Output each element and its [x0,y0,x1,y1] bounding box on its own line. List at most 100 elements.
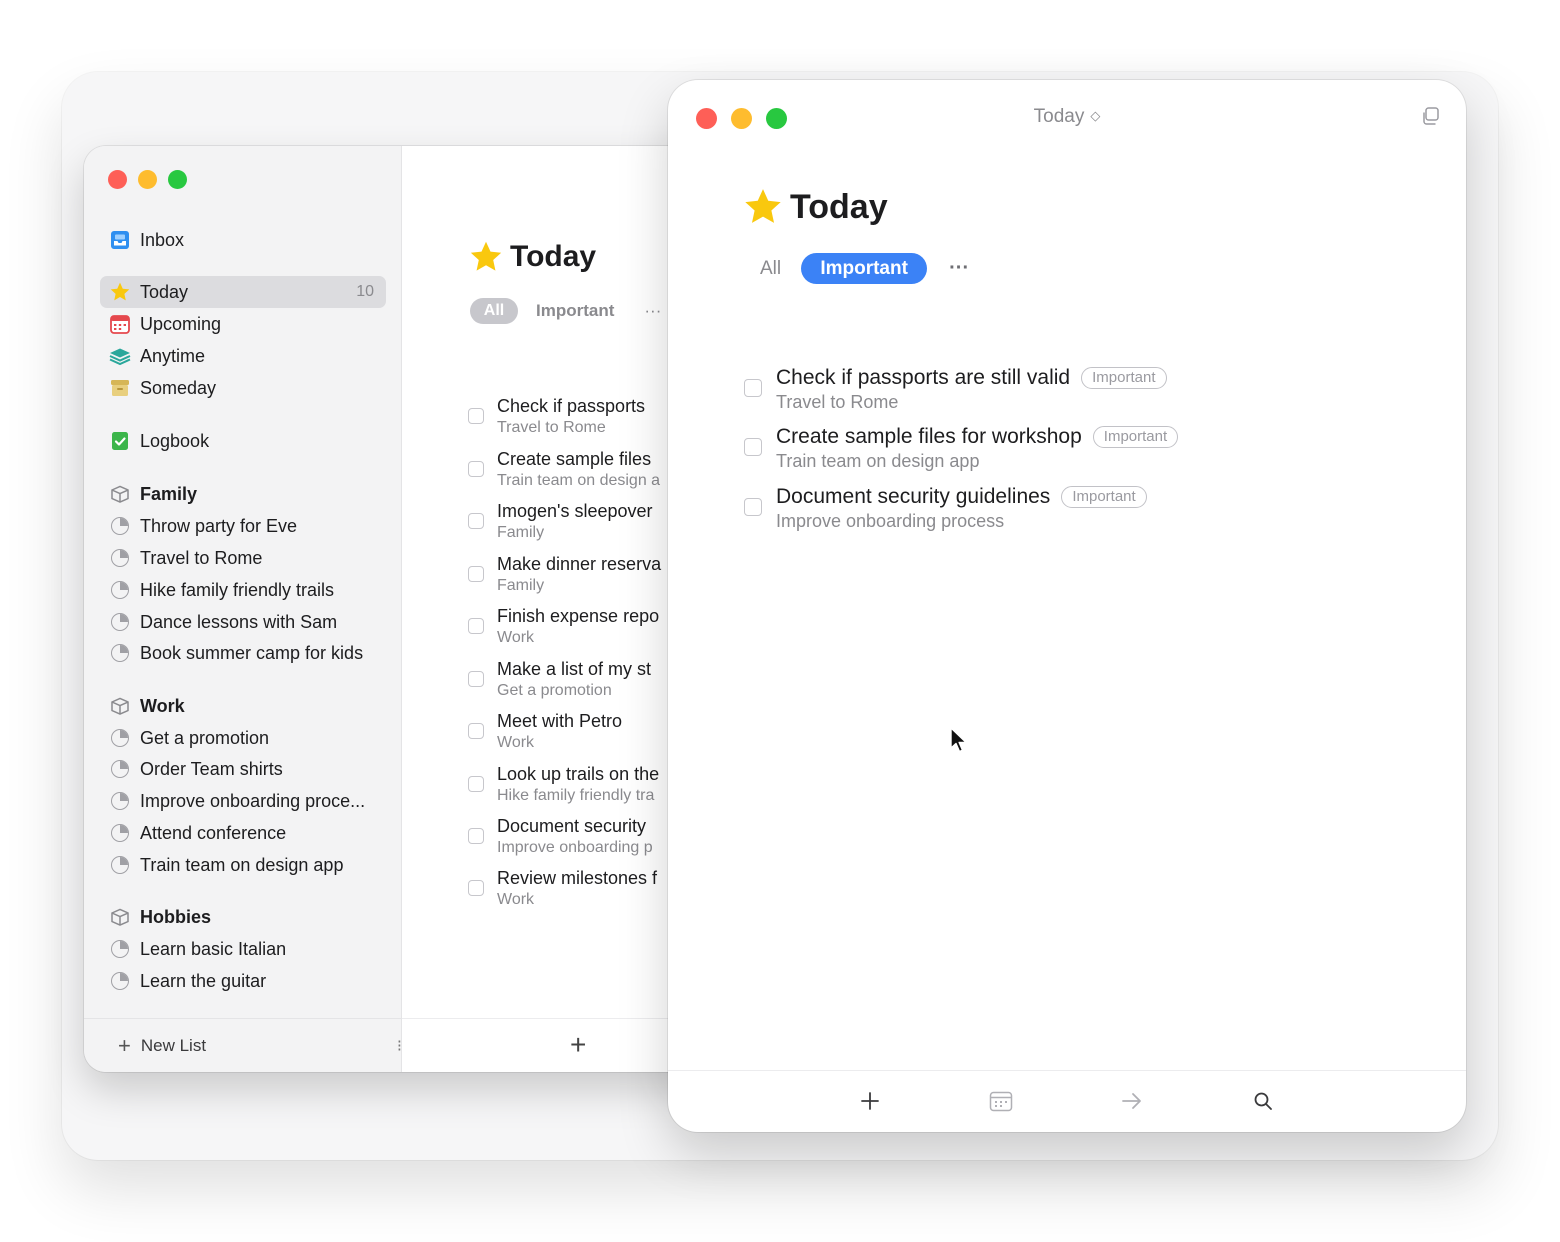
important-tag: Important [1081,367,1167,389]
sidebar-project-item[interactable]: Travel to Rome [100,542,386,574]
sidebar-project-item[interactable]: Train team on design app [100,849,386,881]
sidebar-footer: + New List ⁝ [84,1018,402,1072]
task-checkbox[interactable] [744,498,762,516]
task-checkbox[interactable] [468,513,484,529]
task-checkbox[interactable] [468,671,484,687]
page-title: Today [468,239,596,275]
sidebar: Inbox Today 10 Upcoming Anytime Someday … [84,146,402,1072]
task-subtitle: Work [497,734,535,751]
search-icon[interactable] [1249,1087,1277,1115]
zoom-button[interactable] [168,170,187,189]
chevron-updown-icon: ◇ [1090,108,1101,123]
sidebar-area-label: Work [140,695,185,716]
project-progress-icon [111,856,129,874]
sidebar-item-anytime[interactable]: Anytime [100,340,386,372]
sidebar-item-label: Logbook [140,430,210,451]
task-subtitle: Train team on design app [776,451,980,471]
filter-important-pill[interactable]: Important [536,301,614,321]
sidebar-item-label: Anytime [140,345,206,366]
sidebar-item-logbook[interactable]: Logbook [100,425,386,457]
task-row[interactable]: Document security guidelines Important Im… [744,485,1424,535]
more-options-icon[interactable]: ··· [949,257,969,280]
sidebar-project-item[interactable]: Get a promotion [100,722,386,754]
project-progress-icon [111,581,129,599]
arrow-right-icon[interactable] [1118,1087,1146,1115]
task-checkbox[interactable] [468,618,484,634]
sidebar-project-item[interactable]: Learn the guitar [100,965,386,997]
sidebar-area-hobbies[interactable]: Hobbies [100,901,386,933]
sidebar-project-label: Train team on design app [140,854,344,875]
more-options-icon[interactable]: ··· [644,301,661,321]
sidebar-project-item[interactable]: Order Team shirts [100,753,386,785]
task-title: Create sample files [497,449,652,469]
project-progress-icon [111,549,129,567]
add-task-button[interactable]: + [570,1029,586,1061]
sidebar-project-item[interactable]: Learn basic Italian [100,933,386,965]
area-box-icon [109,695,131,717]
task-checkbox[interactable] [468,461,484,477]
task-row[interactable]: Create sample files for workshop Importan… [744,425,1424,475]
sidebar-project-label: Dance lessons with Sam [140,611,338,632]
task-checkbox[interactable] [468,408,484,424]
project-progress-icon [111,824,129,842]
project-progress-icon [111,644,129,662]
sidebar-project-label: Improve onboarding proce... [140,790,366,811]
task-title: Look up trails on the [497,764,660,784]
quick-toolbar [668,1070,1466,1132]
close-button[interactable] [108,170,127,189]
sidebar-item-label: Inbox [140,229,185,250]
new-list-button[interactable]: New List [141,1036,206,1056]
task-checkbox[interactable] [468,776,484,792]
sidebar-area-label: Family [140,483,198,504]
star-icon [109,281,131,303]
sidebar-project-item[interactable]: Dance lessons with Sam [100,606,386,638]
task-checkbox[interactable] [744,438,762,456]
task-checkbox[interactable] [468,723,484,739]
task-row[interactable]: Check if passports are still valid Import… [744,366,1424,416]
filter-all-pill[interactable]: All [470,298,518,324]
sidebar-project-label: Travel to Rome [140,547,263,568]
task-subtitle: Work [497,629,535,646]
task-subtitle: Hike family friendly tra [497,787,655,804]
sidebar-project-item[interactable]: Book summer camp for kids [100,637,386,669]
task-checkbox[interactable] [468,566,484,582]
sidebar-item-label: Today [140,281,189,302]
filter-all-pill[interactable]: All [760,258,781,280]
sidebar-area-family[interactable]: Family [100,478,386,510]
plus-icon[interactable] [856,1087,884,1115]
task-subtitle: Travel to Rome [497,419,606,436]
sidebar-project-item[interactable]: Improve onboarding proce... [100,785,386,817]
task-checkbox[interactable] [744,379,762,397]
sidebar-item-inbox[interactable]: Inbox [100,224,386,256]
task-checkbox[interactable] [468,828,484,844]
sidebar-project-label: Get a promotion [140,727,270,748]
task-subtitle: Improve onboarding p [497,839,653,856]
inbox-icon [109,229,131,251]
project-progress-icon [111,729,129,747]
list-switcher[interactable]: Today ◇ [668,106,1466,128]
sidebar-project-item[interactable]: Attend conference [100,817,386,849]
layers-icon [109,345,131,367]
task-title: Finish expense repo [497,606,660,626]
task-subtitle: Family [497,577,545,594]
calendar-icon[interactable] [987,1087,1015,1115]
main-window: Inbox Today 10 Upcoming Anytime Someday … [84,146,724,1072]
sidebar-area-label: Hobbies [140,906,212,927]
copy-window-icon[interactable] [1420,106,1440,126]
sidebar-area-work[interactable]: Work [100,690,386,722]
sidebar-project-label: Learn the guitar [140,970,267,991]
project-progress-icon [111,972,129,990]
sidebar-item-upcoming[interactable]: Upcoming [100,308,386,340]
mouse-cursor-icon [950,727,967,753]
task-title: Imogen's sleepover [497,501,653,521]
calendar-icon [109,313,131,335]
sidebar-item-someday[interactable]: Someday [100,372,386,404]
filter-important-pill[interactable]: Important [801,253,928,284]
sidebar-project-item[interactable]: Hike family friendly trails [100,574,386,606]
sidebar-item-today[interactable]: Today 10 [100,276,386,308]
task-checkbox[interactable] [468,880,484,896]
minimize-button[interactable] [138,170,157,189]
sidebar-project-item[interactable]: Throw party for Eve [100,510,386,542]
window-controls [108,170,187,189]
important-tag: Important [1061,486,1147,508]
